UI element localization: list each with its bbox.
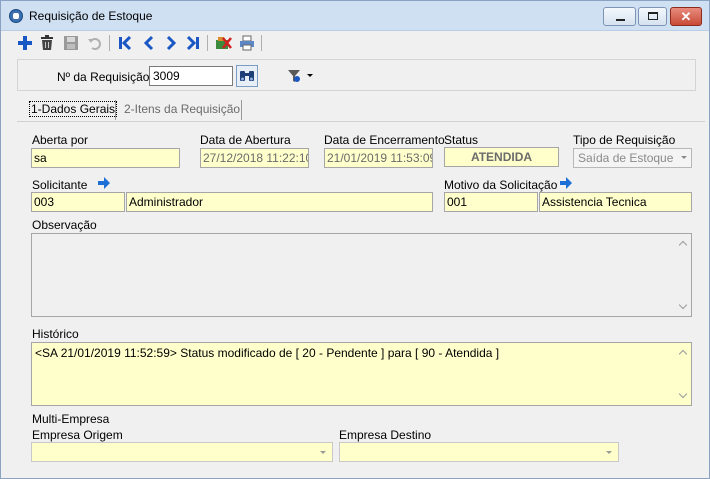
multi-empresa-label: Multi-Empresa [32, 412, 110, 426]
tab-divider [241, 100, 242, 120]
tipo-requisicao-select[interactable]: Saída de Estoque [573, 148, 692, 168]
add-button[interactable] [15, 33, 35, 53]
delete-button[interactable] [37, 33, 57, 53]
maximize-icon [648, 12, 658, 20]
chevron-down-icon [320, 451, 326, 454]
toolbar-separator [261, 35, 262, 51]
first-record-icon [119, 35, 132, 51]
chevron-down-icon [681, 156, 687, 159]
scroll-down-icon [678, 389, 688, 399]
historico-text: <SA 21/01/2019 11:52:59> Status modifica… [35, 346, 500, 360]
tab-itens-requisicao[interactable]: 2-Itens da Requisição [120, 99, 244, 121]
empresa-destino-select[interactable] [339, 442, 619, 462]
solicitante-lookup-icon[interactable] [97, 177, 111, 189]
filter-icon [288, 70, 300, 82]
add-icon [18, 36, 32, 50]
scroll-up-icon [678, 240, 688, 250]
aberta-por-label: Aberta por [32, 133, 89, 147]
next-record-button[interactable] [161, 33, 181, 53]
undo-icon [88, 38, 101, 50]
historico-label: Histórico [32, 327, 79, 341]
next-record-icon [166, 35, 177, 51]
tipo-requisicao-value: Saída de Estoque [578, 151, 674, 165]
chevron-down-icon [307, 74, 313, 77]
title-bar[interactable]: Requisição de Estoque ✕ [1, 1, 709, 31]
previous-record-icon [143, 35, 154, 51]
tab-itens-requisicao-label: 2-Itens da Requisição [124, 102, 241, 116]
status-badge: ATENDIDA [444, 147, 559, 167]
minimize-icon [616, 19, 625, 21]
cancel-tool-button[interactable] [213, 33, 233, 53]
tab-divider [115, 100, 116, 120]
historico-scrollbar[interactable] [675, 343, 691, 405]
motivo-code-field[interactable]: 001 [444, 192, 538, 212]
binoculars-icon [240, 71, 254, 81]
solicitante-code-field[interactable]: 003 [31, 192, 125, 212]
undo-button[interactable] [85, 33, 105, 53]
previous-record-button[interactable] [139, 33, 159, 53]
empresa-origem-label: Empresa Origem [32, 428, 123, 442]
scroll-down-icon [678, 300, 688, 310]
filter-dropdown-button[interactable] [286, 67, 316, 85]
search-button[interactable] [236, 65, 258, 87]
observacao-scrollbar[interactable] [675, 234, 691, 316]
data-encerramento-label: Data de Encerramento [324, 133, 445, 147]
print-button[interactable] [237, 33, 257, 53]
last-record-button[interactable] [183, 33, 203, 53]
observacao-textarea[interactable] [31, 233, 692, 317]
close-icon: ✕ [680, 9, 692, 24]
toolbar-separator [109, 35, 110, 51]
last-record-icon [186, 35, 199, 51]
tipo-requisicao-label: Tipo de Requisição [573, 133, 676, 147]
solicitante-label: Solicitante [32, 178, 88, 192]
cancel-tool-icon [216, 37, 232, 49]
minimize-button[interactable] [603, 7, 636, 26]
requisicao-window: Requisição de Estoque ✕ Nº da Requisição… [0, 0, 710, 479]
tab-dados-gerais[interactable]: 1-Dados Gerais [25, 99, 121, 121]
window-title: Requisição de Estoque [29, 9, 153, 23]
motivo-label: Motivo da Solicitação [444, 178, 558, 192]
empresa-origem-select[interactable] [31, 442, 333, 462]
delete-icon [41, 35, 53, 50]
empresa-destino-label: Empresa Destino [339, 428, 432, 442]
toolbar-separator [207, 35, 208, 51]
data-abertura-field[interactable]: 27/12/2018 11:22:10 [200, 148, 309, 168]
solicitante-name-field[interactable]: Administrador [126, 192, 433, 212]
save-icon [64, 36, 78, 50]
scroll-up-icon [678, 349, 688, 359]
aberta-por-field[interactable]: sa [31, 148, 180, 168]
data-abertura-label: Data de Abertura [200, 133, 291, 147]
status-label: Status [444, 133, 479, 147]
motivo-lookup-icon[interactable] [559, 177, 573, 189]
motivo-name-field[interactable]: Assistencia Tecnica [539, 192, 692, 212]
observacao-label: Observação [32, 218, 97, 232]
req-number-label: Nº da Requisição [57, 70, 150, 84]
print-icon [240, 35, 254, 51]
save-button[interactable] [61, 33, 81, 53]
app-icon [9, 9, 23, 23]
historico-textarea[interactable]: <SA 21/01/2019 11:52:59> Status modifica… [31, 342, 692, 406]
req-number-input[interactable]: 3009 [149, 66, 233, 86]
first-record-button[interactable] [115, 33, 135, 53]
chevron-down-icon [606, 451, 612, 454]
maximize-button[interactable] [638, 7, 667, 26]
close-button[interactable]: ✕ [670, 7, 702, 26]
toolbar [15, 33, 275, 55]
data-encerramento-field[interactable]: 21/01/2019 11:53:09 [324, 148, 433, 168]
tab-dados-gerais-label: 1-Dados Gerais [29, 101, 118, 117]
